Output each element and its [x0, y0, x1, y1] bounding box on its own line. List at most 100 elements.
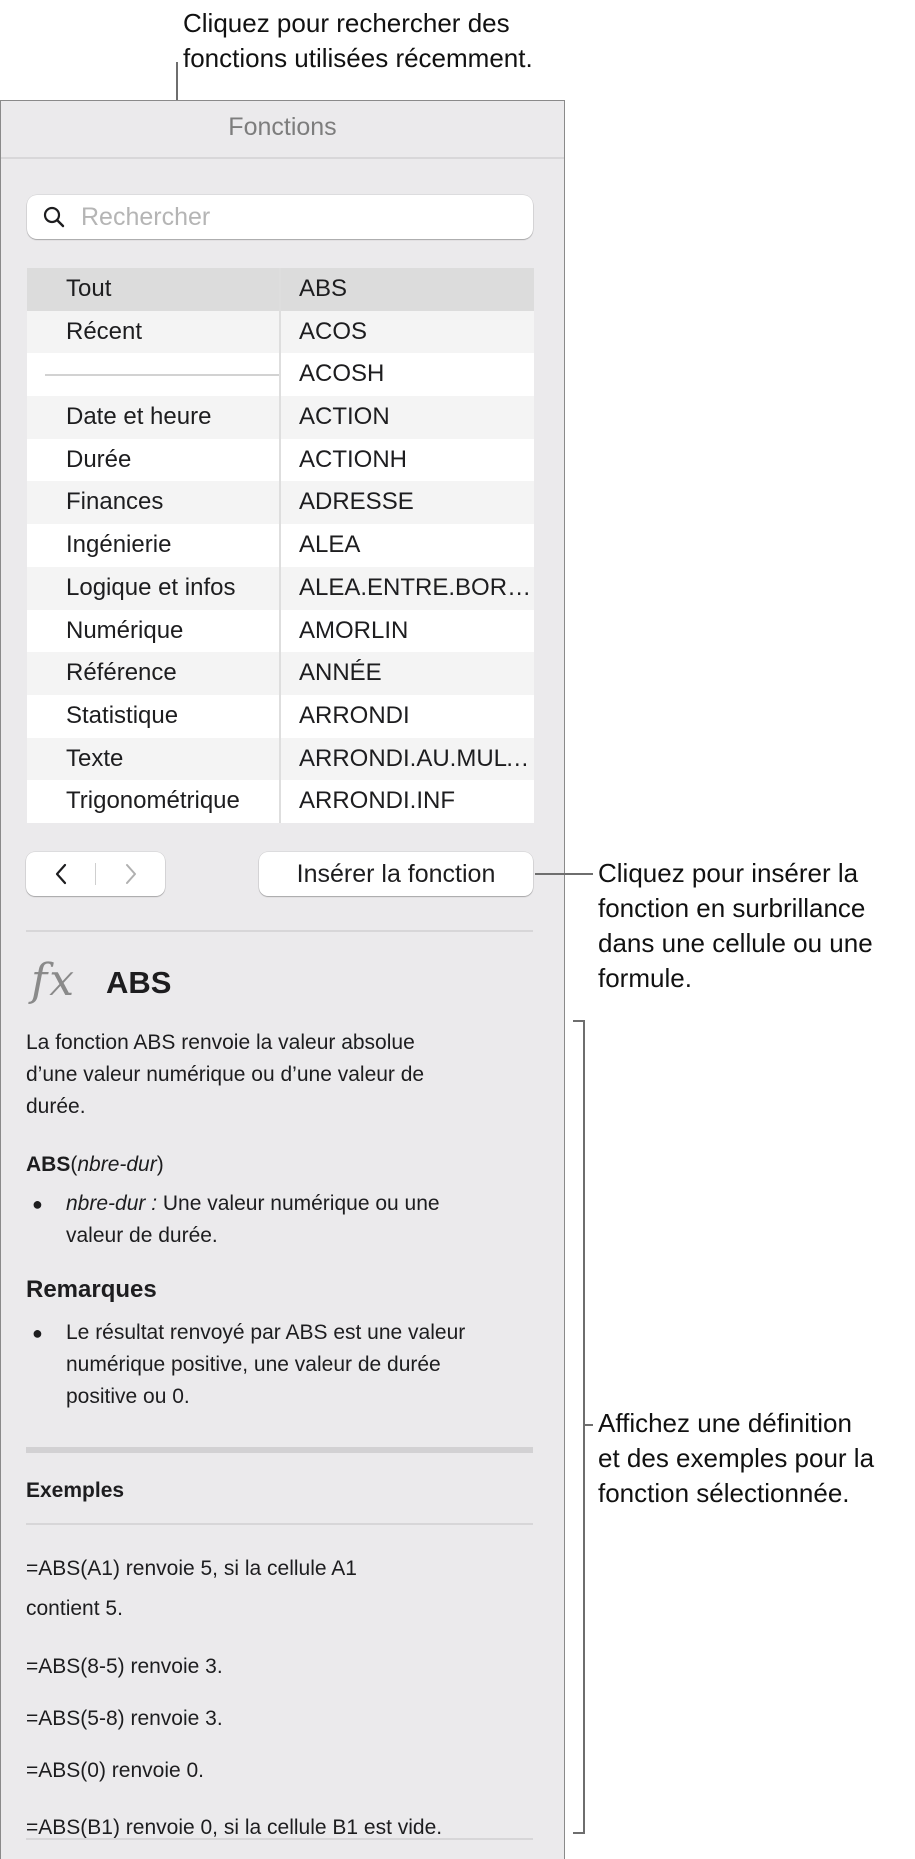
function-item[interactable]: ACTIONH — [281, 439, 534, 482]
browser-row: TexteARRONDI.AU.MULTIPLE — [27, 737, 534, 781]
description-line: La fonction ABS renvoie la valeur absolu… — [26, 1031, 415, 1054]
insert-function-button[interactable]: Insérer la fonction — [259, 852, 533, 896]
forward-button[interactable] — [96, 852, 165, 896]
category-item[interactable]: Référence — [27, 652, 281, 695]
browser-row: Date et heure ACTION — [27, 396, 534, 439]
function-item[interactable]: ARRONDI — [281, 695, 534, 738]
remark-line: positive ou 0. — [66, 1385, 190, 1408]
remarks-heading: Remarques — [26, 1276, 157, 1303]
separator-line — [45, 374, 279, 377]
example-line: contient 5. — [26, 1597, 123, 1620]
remark-line: numérique positive, une valeur de durée — [66, 1353, 441, 1376]
bullet-icon: ● — [32, 1323, 43, 1343]
function-item[interactable]: ANNÉE — [281, 652, 534, 695]
callout-definition-line: Affichez une définition — [598, 1408, 852, 1438]
argument-name: nbre-dur : — [66, 1192, 158, 1215]
examples-divider — [26, 1447, 533, 1453]
function-item[interactable]: ARRONDI.AU.MULTIPLE — [281, 738, 534, 781]
history-nav — [26, 852, 165, 896]
bullet-icon: ● — [32, 1194, 43, 1214]
category-item[interactable]: Durée — [27, 438, 281, 482]
example-item: =ABS(A1) renvoie 5, si la cellule A1 con… — [26, 1549, 526, 1629]
syntax-arg: nbre-dur — [77, 1153, 157, 1176]
function-title: ABS — [106, 965, 172, 1000]
function-item[interactable]: ABS — [281, 268, 534, 311]
browser-row: Logique et infos ALEA.ENTRE.BORNES — [27, 566, 534, 610]
search-field[interactable] — [27, 195, 533, 239]
header-divider — [1, 157, 564, 159]
chevron-left-icon — [55, 863, 66, 885]
functions-panel: Fonctions ToutABSRécentACOSACOSHDate et … — [0, 100, 565, 1859]
category-item[interactable]: Ingénierie — [27, 524, 281, 567]
callout-insert-line: fonction en surbrillance — [598, 893, 866, 923]
category-item[interactable]: Date et heure — [27, 396, 281, 439]
category-item[interactable]: Trigonométrique — [27, 780, 281, 823]
example-item: =ABS(5-8) renvoie 3. — [26, 1707, 223, 1730]
function-item[interactable]: ALEA.ENTRE.BORNES — [281, 567, 534, 610]
browser-row: Durée ACTIONH — [27, 438, 534, 482]
function-item[interactable]: ADRESSE — [281, 481, 534, 524]
argument-item: ● nbre-dur : Une valeur numérique ou une… — [26, 1188, 536, 1252]
function-item[interactable]: ALEA — [281, 524, 534, 567]
callout-recent-line-1: Cliquez pour rechercher des — [183, 8, 510, 38]
description-line: durée. — [26, 1095, 86, 1118]
examples-heading: Exemples — [26, 1479, 125, 1502]
example-item: =ABS(0) renvoie 0. — [26, 1759, 205, 1782]
callout-recent-line-2: fonctions utilisées récemment. — [183, 43, 533, 73]
function-item[interactable]: ACOS — [281, 311, 534, 354]
browser-row: Statistique ARRONDI — [27, 694, 534, 738]
function-syntax: ABS(nbre-dur) — [26, 1153, 164, 1176]
browser-row: Ingénierie ALEA — [27, 524, 534, 567]
category-item[interactable]: Numérique — [27, 609, 281, 653]
browser-row: ACOSH — [27, 353, 534, 397]
detail-divider — [26, 930, 533, 932]
browser-row: Récent ACOS — [27, 310, 534, 354]
back-button[interactable] — [26, 852, 95, 896]
callout-recent: Cliquez pour rechercher des fonctions ut… — [183, 6, 533, 76]
browser-row: Référence ANNÉE — [27, 652, 534, 695]
category-separator — [27, 353, 281, 397]
callout-definition: Affichez une définition et des exemples … — [598, 1406, 874, 1511]
callout-insert-line: dans une cellule ou une — [598, 928, 873, 958]
callout-definition-line: fonction sélectionnée. — [598, 1478, 850, 1508]
function-browser: Tout ABS Récent ACOS ACOSH Date et heure ACTIO… — [27, 268, 534, 823]
bracket-vertical — [583, 1020, 585, 1834]
callout-insert-line: formule. — [598, 963, 692, 993]
browser-row: Tout ABS — [27, 268, 534, 311]
callout-definition-line: et des exemples pour la — [598, 1443, 875, 1473]
argument-desc-2: valeur de durée. — [66, 1224, 218, 1247]
browser-row: Finances ADRESSE — [27, 481, 534, 525]
panel-title: Fonctions — [228, 113, 337, 141]
function-item[interactable]: ACOSH — [281, 353, 534, 396]
description-line: d’une valeur numérique ou d’une valeur d… — [26, 1063, 425, 1086]
browser-row: Numérique AMORLIN — [27, 609, 534, 653]
search-icon — [43, 206, 65, 228]
chevron-right-icon — [125, 864, 136, 884]
callout-insert-line: Cliquez pour insérer la — [598, 858, 859, 888]
function-item[interactable]: AMORLIN — [281, 610, 534, 653]
function-item[interactable]: ARRONDI.INF — [281, 780, 534, 823]
syntax-name: ABS — [26, 1153, 71, 1176]
example-item: =ABS(8-5) renvoie 3. — [26, 1655, 223, 1678]
category-item[interactable]: Récent — [27, 310, 281, 354]
function-item[interactable]: ACTION — [281, 396, 534, 439]
remark-line: Le résultat renvoyé par ABS est une vale… — [66, 1321, 466, 1344]
category-item[interactable]: Logique et infos — [27, 566, 281, 610]
callout-insert: Cliquez pour insérer la fonction en surb… — [598, 856, 873, 996]
remark-item: ● Le résultat renvoyé par ABS est une va… — [26, 1317, 536, 1413]
examples-heading-rule — [26, 1523, 533, 1525]
category-item[interactable]: Tout — [27, 268, 281, 311]
search-input[interactable] — [81, 201, 511, 233]
browser-row: Trigonométrique ARRONDI.INF — [27, 780, 534, 823]
fx-icon: fx — [31, 955, 77, 1006]
bracket-bottom — [573, 1832, 585, 1834]
argument-desc: Une valeur numérique ou une — [157, 1192, 440, 1215]
example-item: =ABS(B1) renvoie 0, si la cellule B1 est… — [26, 1816, 443, 1839]
function-description: La fonction ABS renvoie la valeur absolu… — [26, 1027, 526, 1123]
category-item[interactable]: Texte — [27, 737, 281, 781]
category-item[interactable]: Statistique — [27, 694, 281, 738]
examples-bottom-rule — [26, 1838, 533, 1840]
callout-insert-leader — [535, 873, 593, 875]
category-item[interactable]: Finances — [27, 481, 281, 525]
bracket-tick — [583, 1424, 593, 1426]
